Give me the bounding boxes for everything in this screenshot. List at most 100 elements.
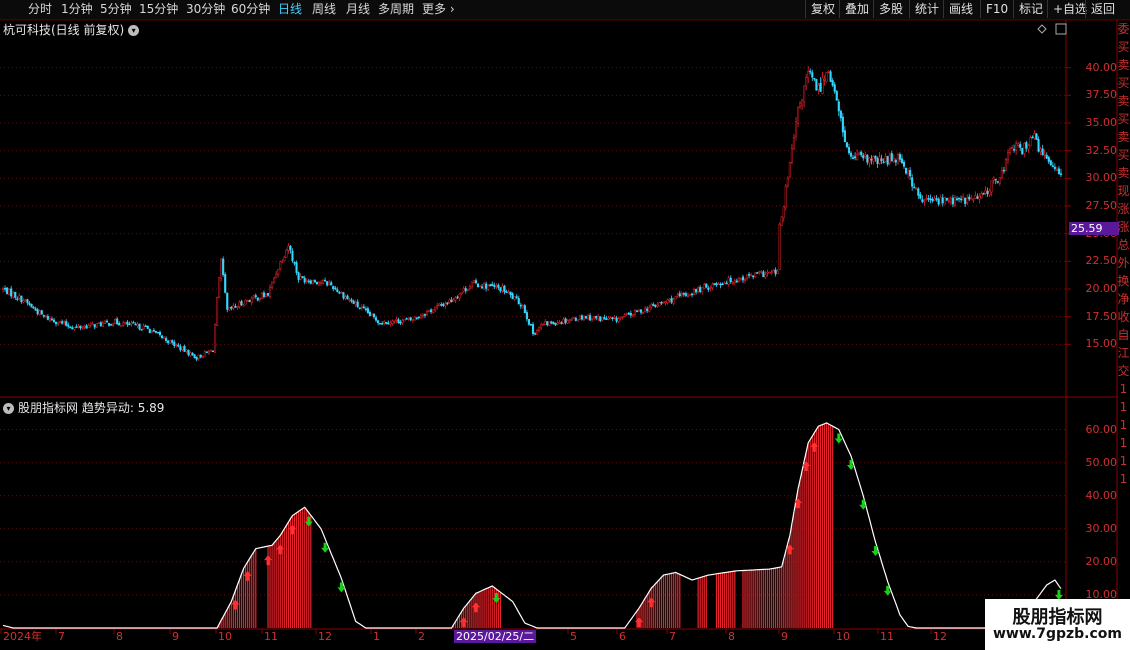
candle-body: [246, 300, 249, 302]
candle-body: [407, 317, 410, 320]
quote-panel-cell: 换: [1117, 274, 1130, 288]
candle-body: [297, 272, 300, 280]
candle-body: [964, 197, 967, 204]
candle-body: [211, 350, 215, 353]
candle-body: [684, 293, 687, 296]
candle-body: [762, 271, 765, 278]
candle-body: [676, 294, 679, 297]
candle-body: [878, 156, 881, 164]
candle-body: [332, 285, 335, 289]
candle-body: [725, 282, 728, 285]
candle-body: [631, 313, 634, 317]
candle-body: [701, 287, 704, 293]
candle-body: [695, 289, 698, 293]
candle-body: [646, 308, 649, 311]
candle-body: [962, 196, 965, 201]
candle-body: [34, 308, 37, 311]
candle-body: [116, 318, 119, 324]
candle-body: [152, 330, 155, 332]
candle-body: [919, 194, 922, 199]
candle-body: [10, 288, 13, 297]
candle-body: [672, 299, 675, 304]
candle-body: [430, 309, 433, 313]
quote-panel-strip[interactable]: 委买卖买卖买卖买卖现涨涨总外换净收自江交111111: [1117, 20, 1130, 630]
candle-body: [729, 277, 732, 283]
candle-body: [448, 299, 451, 303]
candle-body: [788, 162, 791, 178]
candle-body: [949, 198, 952, 203]
candle-body: [556, 322, 559, 325]
candle-body: [607, 317, 610, 320]
candle-body: [372, 313, 376, 318]
candle-body: [61, 321, 64, 324]
candle-body: [73, 327, 76, 330]
candle-body: [464, 288, 467, 292]
candle-body: [342, 292, 345, 299]
candle-body: [931, 198, 934, 202]
candle-body: [707, 287, 710, 290]
candle-body: [584, 316, 588, 319]
date-label: 10: [218, 630, 232, 643]
candle-body: [334, 287, 337, 290]
candle-body: [613, 317, 616, 319]
candle-body: [876, 158, 879, 164]
candle-body: [436, 305, 439, 308]
candle-body: [884, 156, 887, 162]
candle-body: [191, 352, 194, 356]
candle-body: [360, 306, 363, 309]
up-arrow-icon: [231, 599, 240, 610]
candle-body: [637, 309, 641, 312]
candle-body: [617, 318, 620, 322]
candle-body: [224, 274, 227, 293]
up-arrow-icon: [264, 555, 273, 566]
date-label: 12: [318, 630, 332, 643]
candle-body: [425, 311, 429, 316]
candle-body: [309, 280, 312, 284]
candle-body: [38, 310, 41, 315]
candle-body: [254, 295, 257, 297]
candle-body: [112, 323, 115, 326]
candle-body: [75, 326, 78, 328]
candle-body: [368, 312, 371, 316]
candle-body: [440, 304, 443, 306]
candle-body: [554, 323, 557, 325]
candle-body: [668, 299, 671, 301]
candle-body: [580, 315, 583, 320]
candle-body: [258, 297, 261, 300]
candle-body: [697, 287, 700, 292]
candle-body: [442, 303, 445, 306]
candle-body: [99, 322, 102, 327]
candle-body: [18, 295, 21, 299]
candle-body: [244, 299, 247, 305]
candle-body: [220, 258, 223, 279]
candle-body: [452, 299, 455, 302]
candle-body: [1008, 148, 1012, 154]
candle-body: [911, 177, 914, 187]
candle-body: [250, 298, 253, 303]
candle-body: [209, 349, 212, 352]
candle-body: [1019, 144, 1022, 148]
candle-body: [468, 285, 471, 289]
candle-body: [937, 199, 940, 205]
kline-chart[interactable]: [0, 0, 1130, 650]
candle-body: [854, 156, 857, 159]
candle-body: [207, 350, 210, 354]
candle-body: [754, 272, 757, 277]
candle-body: [322, 280, 325, 284]
candle-body: [719, 283, 722, 286]
candle-body: [358, 307, 361, 309]
candle-body: [175, 344, 178, 347]
candle-body: [421, 314, 424, 317]
candle-body: [758, 271, 761, 273]
candle-body: [83, 325, 86, 328]
candle-body: [456, 296, 459, 299]
candle-body: [882, 161, 885, 164]
candle-body: [717, 283, 720, 285]
candle-body: [1045, 154, 1048, 159]
candle-body: [1025, 142, 1028, 149]
quote-panel-cell: 1: [1119, 454, 1128, 468]
candle-body: [688, 294, 692, 296]
candle-body: [1055, 169, 1058, 171]
candle-body: [266, 292, 270, 296]
candle-body: [576, 319, 579, 322]
